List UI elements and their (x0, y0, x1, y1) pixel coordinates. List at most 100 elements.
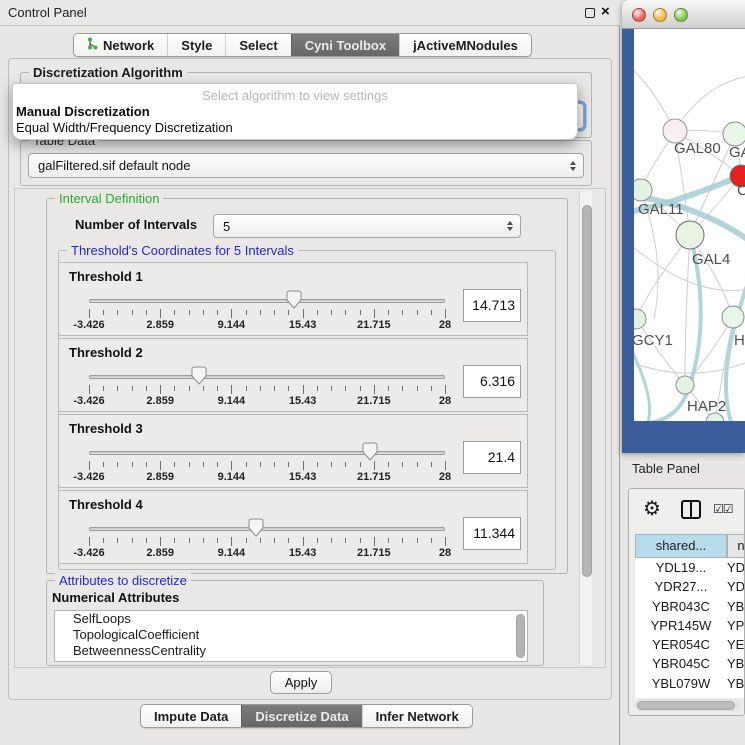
table-header-row: shared...n (635, 534, 745, 558)
table-row[interactable]: YDL19...YDL1 (635, 558, 745, 577)
network-node-hap2[interactable] (676, 376, 694, 394)
traffic-light-close-icon[interactable] (632, 8, 646, 22)
network-edge[interactable] (636, 235, 690, 319)
slider-track[interactable] (89, 451, 445, 455)
threshold-value-field[interactable]: 11.344 (463, 517, 521, 550)
number-of-intervals-combo[interactable]: 5 (213, 214, 521, 238)
network-canvas[interactable]: GAL80GACGAL11GAL4GCY1HHAP2 (634, 29, 745, 421)
traffic-light-minimize-icon[interactable] (653, 8, 667, 22)
tab-label: Cyni Toolbox (305, 38, 386, 53)
network-node-gcy1[interactable] (634, 309, 646, 329)
table-row[interactable]: YBR045CYBR0 (635, 654, 745, 673)
tab-network[interactable]: Network (74, 34, 167, 56)
column-header-shared-[interactable]: shared... (635, 534, 727, 558)
attributes-list[interactable]: SelfLoopsTopologicalCoefficientBetweenne… (54, 610, 528, 662)
tab-label: Infer Network (376, 709, 459, 724)
tab-label: jActiveMNodules (413, 38, 518, 53)
threshold-value-field[interactable]: 6.316 (463, 365, 521, 398)
threshold-value-field[interactable]: 21.4 (463, 441, 521, 474)
list-item-selfloops[interactable]: SelfLoops (55, 611, 527, 627)
checkboxes-icon[interactable]: ☑☑ (713, 502, 733, 516)
network-node-label: C (737, 182, 745, 199)
attributes-group-title: Attributes to discretize (55, 573, 191, 588)
table-data-combo[interactable]: galFiltered.sif default node (28, 153, 584, 178)
apply-button[interactable]: Apply (270, 671, 332, 694)
network-node-label: GAL11 (638, 201, 684, 218)
list-scrollbar-thumb[interactable] (516, 614, 525, 658)
table-cell: YDR27... (635, 577, 727, 596)
tab-label: Discretize Data (255, 709, 348, 724)
horizontal-scrollbar[interactable] (635, 699, 741, 711)
table-cell: YLR345W (635, 693, 727, 698)
discretization-algorithm-group-title: Discretization Algorithm (29, 65, 187, 80)
table-cell: YER054C (635, 635, 727, 654)
table-row[interactable]: YER054CYER0 (635, 635, 745, 654)
popup-hint[interactable]: Select algorithm to view settings (13, 88, 577, 103)
table-cell: YBR043C (635, 597, 727, 616)
table-row[interactable]: YBL079WYBL0 (635, 674, 745, 693)
number-of-intervals-label: Number of Intervals (75, 217, 197, 232)
network-node-h[interactable] (722, 306, 744, 328)
slider-tick-labels: -3.4262.8599.14415.4321.71528 (89, 471, 445, 485)
table-toolbar: ⚙ ☑☑ (629, 489, 744, 531)
slider-track[interactable] (89, 375, 445, 379)
slider-handle[interactable] (191, 366, 207, 385)
window-title: Control Panel (8, 5, 87, 20)
threshold-row-2: Threshold 2-3.4262.8599.14415.4321.71528… (58, 338, 528, 412)
table-row[interactable]: YDR27...YDR2 (635, 577, 745, 596)
network-icon (87, 37, 98, 53)
tab-discretize-data[interactable]: Discretize Data (241, 705, 361, 727)
network-edge-highlighted[interactable] (634, 343, 650, 421)
column-header-n[interactable]: n (727, 534, 745, 558)
slider-track[interactable] (89, 299, 445, 303)
tab-style[interactable]: Style (167, 34, 225, 56)
panel-scrollbar-thumb[interactable] (582, 205, 592, 577)
table-rows: YDL19...YDL1YDR27...YDR2YBR043CYBR0YPR14… (635, 558, 745, 698)
table-row[interactable]: YLR345WYLR3 (635, 693, 745, 698)
list-item-betweennesscentrality[interactable]: BetweennessCentrality (55, 643, 527, 659)
tab-select[interactable]: Select (225, 34, 290, 56)
split-column-icon[interactable] (681, 500, 701, 519)
network-graph: GAL80GACGAL11GAL4GCY1HHAP2 (634, 29, 745, 421)
tab-label: Style (181, 38, 212, 53)
table-panel: ⚙ ☑☑ shared...n YDL19...YDL1YDR27...YDR2… (628, 488, 745, 716)
table-cell: YBR0 (727, 654, 745, 673)
network-titlebar[interactable] (622, 0, 745, 29)
slider-handle[interactable] (362, 442, 378, 461)
slider-handle[interactable] (286, 290, 302, 309)
threshold-value-field[interactable]: 14.713 (463, 289, 521, 322)
tab-impute-data[interactable]: Impute Data (141, 705, 241, 727)
table-data-combo-value: galFiltered.sif default node (38, 158, 190, 173)
network-edge-highlighted[interactable] (726, 277, 745, 421)
table-row[interactable]: YPR145WYPR1 (635, 616, 745, 635)
table-cell: YBR045C (635, 654, 727, 673)
tab-jactivemnodules[interactable]: jActiveMNodules (399, 34, 531, 56)
float-window-icon[interactable] (585, 8, 595, 18)
number-of-intervals-value: 5 (223, 219, 230, 234)
traffic-light-zoom-icon[interactable] (674, 8, 688, 22)
tab-cyni-toolbox[interactable]: Cyni Toolbox (291, 34, 399, 56)
popup-option-manual-discretization[interactable]: Manual Discretization (16, 104, 150, 119)
list-item-topologicalcoefficient[interactable]: TopologicalCoefficient (55, 627, 527, 643)
tab-infer-network[interactable]: Infer Network (362, 705, 472, 727)
table-cell: YDL19... (635, 558, 727, 577)
popup-option-equal-width-frequency-discretization[interactable]: Equal Width/Frequency Discretization (16, 120, 233, 135)
slider-handle[interactable] (248, 518, 264, 537)
network-node-label: GCY1 (634, 332, 673, 349)
network-node-gal4[interactable] (676, 221, 704, 249)
panel-scrollbar[interactable] (579, 191, 592, 665)
slider-track[interactable] (89, 527, 445, 531)
table-row[interactable]: YBR043CYBR0 (635, 597, 745, 616)
slider-tick-labels: -3.4262.8599.14415.4321.71528 (89, 547, 445, 561)
combo-stepper-icon (570, 161, 576, 171)
gear-icon[interactable]: ⚙ (643, 496, 661, 521)
network-node-ga[interactable] (723, 122, 745, 146)
horizontal-scrollbar-thumb[interactable] (637, 701, 735, 710)
table-cell: YPR1 (727, 616, 745, 635)
network-node-gal11[interactable] (634, 179, 652, 201)
close-icon[interactable]: × (601, 3, 610, 20)
network-node-label: H (734, 332, 745, 349)
numerical-attributes-label: Numerical Attributes (52, 590, 179, 605)
table-cell: YBL0 (727, 674, 745, 693)
network-edge[interactable] (685, 235, 690, 385)
